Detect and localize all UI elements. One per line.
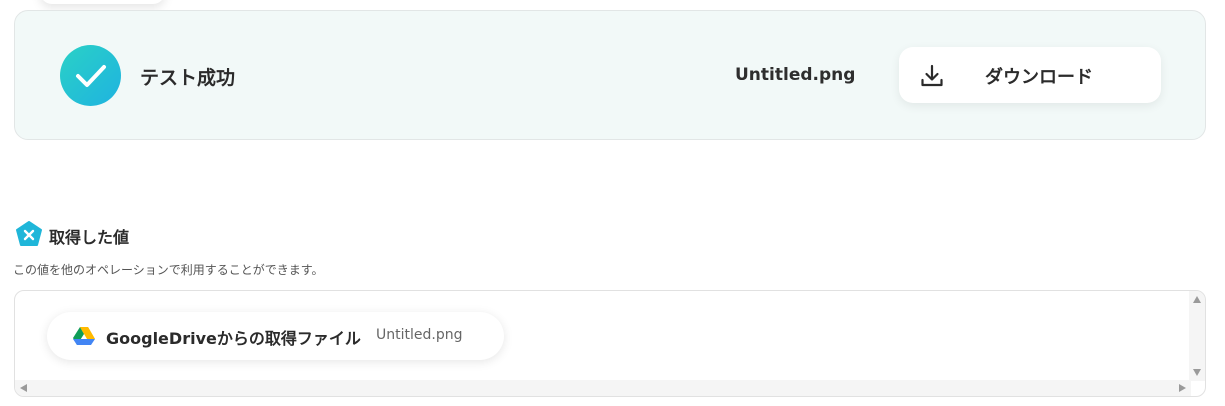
- scroll-up-arrow-icon[interactable]: [1193, 296, 1201, 303]
- success-badge: [60, 45, 121, 106]
- previous-tab-edge: [40, 0, 165, 4]
- result-file-name: Untitled.png: [735, 65, 856, 85]
- google-drive-icon: [73, 327, 95, 345]
- vertical-scrollbar[interactable]: [1189, 291, 1205, 381]
- scroll-left-arrow-icon[interactable]: [20, 384, 27, 392]
- yoom-logo-icon: [16, 221, 42, 246]
- horizontal-scrollbar[interactable]: [15, 380, 1191, 396]
- download-icon: [921, 64, 943, 87]
- scroll-right-arrow-icon[interactable]: [1179, 384, 1186, 392]
- download-button[interactable]: ダウンロード: [899, 47, 1161, 103]
- acquired-values-box: GoogleDriveからの取得ファイル Untitled.png: [14, 290, 1206, 397]
- section-title: 取得した値: [49, 228, 130, 247]
- section-description: この値を他のオペレーションで利用することができます。: [13, 263, 324, 277]
- download-label: ダウンロード: [985, 67, 1093, 88]
- scroll-down-arrow-icon[interactable]: [1193, 369, 1201, 376]
- test-status-label: テスト成功: [140, 67, 236, 89]
- value-chip-google-drive-file[interactable]: GoogleDriveからの取得ファイル Untitled.png: [47, 312, 504, 360]
- test-result-card: テスト成功 Untitled.png ダウンロード: [14, 10, 1206, 140]
- value-chip-value: Untitled.png: [376, 327, 463, 343]
- value-chip-label: GoogleDriveからの取得ファイル: [106, 329, 361, 348]
- check-icon: [75, 64, 106, 87]
